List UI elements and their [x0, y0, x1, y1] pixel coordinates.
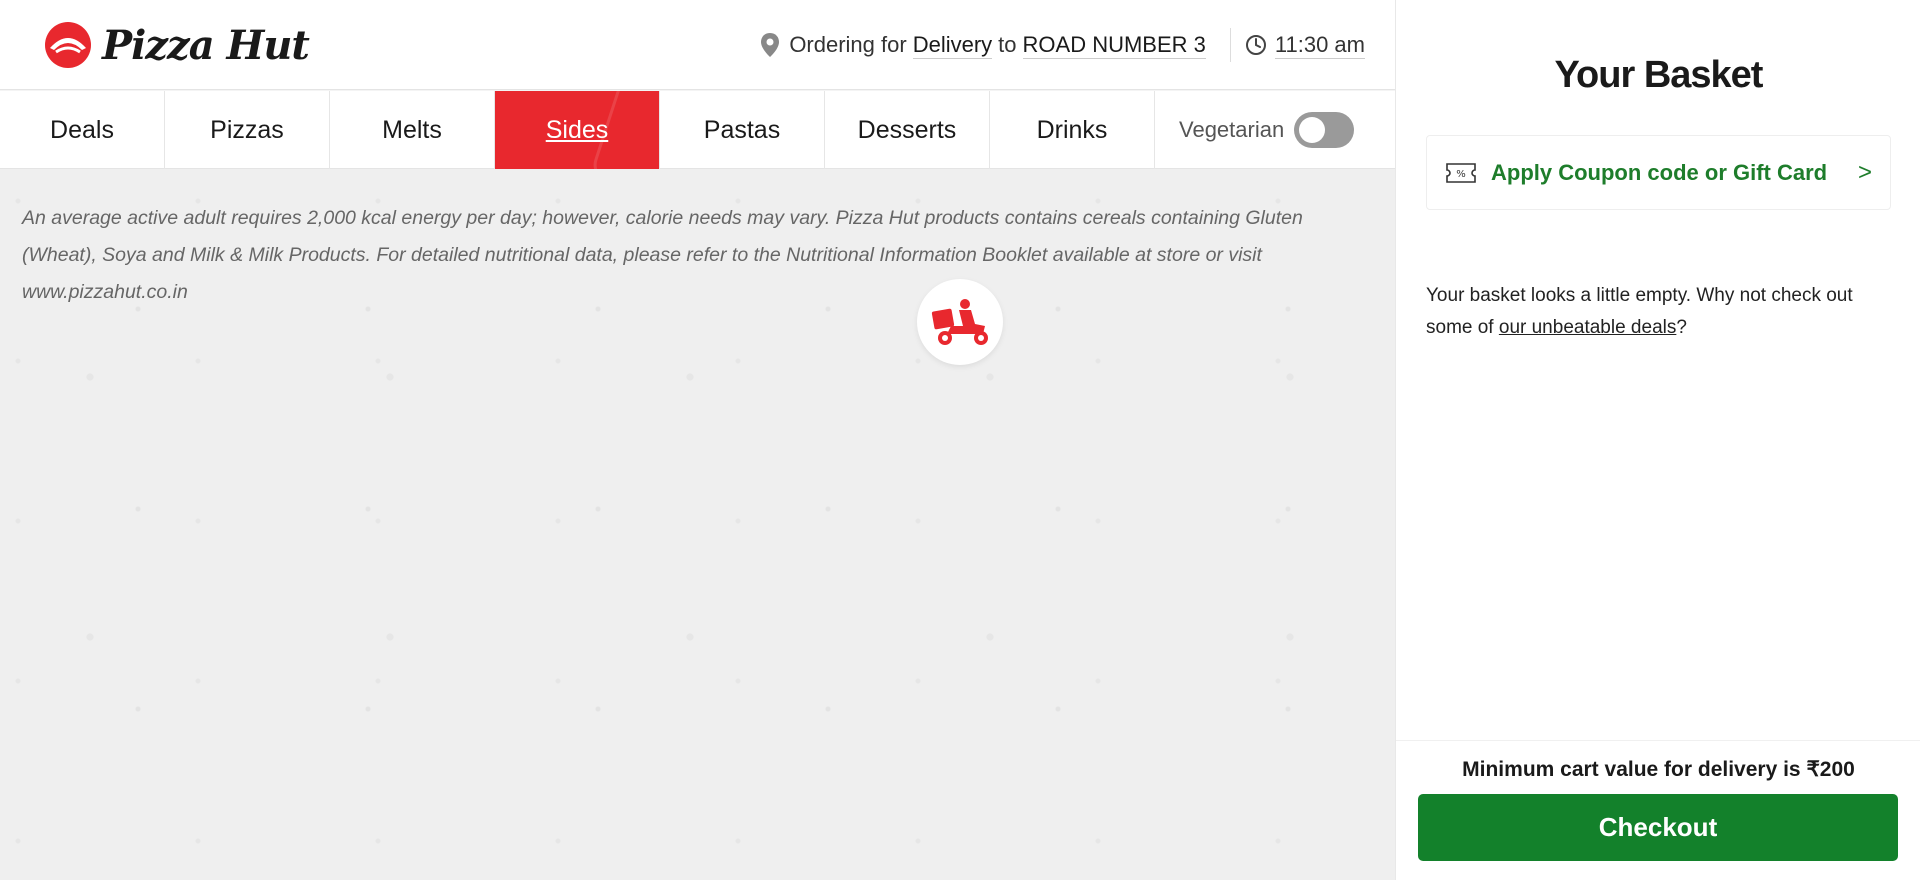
location-pin-icon: [761, 33, 780, 57]
basket-title: Your Basket: [1554, 54, 1764, 96]
site-header: Pizza Hut Ordering for Delivery to ROAD …: [0, 0, 1395, 90]
nutrition-disclaimer: An average active adult requires 2,000 k…: [22, 207, 1303, 303]
chevron-right-icon: >: [1857, 158, 1872, 186]
minimum-cart-note: Minimum cart value for delivery is ₹200: [1462, 758, 1855, 781]
clock-icon: [1245, 35, 1266, 55]
pizza-hut-logo-icon: [45, 22, 91, 68]
basket-panel: Your Basket % Apply Coupon code or Gift …: [1395, 0, 1920, 880]
logo-wordmark: Pizza Hut: [102, 21, 310, 69]
main-content: Pizza Hut Ordering for Delivery to ROAD …: [0, 0, 1395, 880]
ordering-prefix: Ordering for: [789, 32, 907, 57]
coupon-ticket-icon: %: [1446, 162, 1476, 183]
nav-item-desserts[interactable]: Desserts: [825, 91, 990, 169]
order-mode[interactable]: Delivery: [912, 32, 993, 59]
header-divider: [1229, 28, 1231, 62]
nav-item-pizzas[interactable]: Pizzas: [165, 91, 330, 169]
to-text: to: [998, 32, 1017, 57]
delivery-scooter-icon: [931, 299, 988, 345]
nav-item-drinks[interactable]: Drinks: [990, 91, 1155, 169]
order-info[interactable]: Ordering for Delivery to ROAD NUMBER 3 1…: [759, 28, 1365, 62]
delivery-badge: [917, 279, 1003, 365]
vegetarian-filter: Vegetarian: [1155, 91, 1355, 168]
nav-item-deals[interactable]: Deals: [0, 91, 165, 169]
toggle-knob: [1299, 116, 1326, 143]
delivery-location[interactable]: ROAD NUMBER 3: [1022, 32, 1206, 59]
nav-item-pastas[interactable]: Pastas: [660, 91, 825, 169]
vegetarian-toggle[interactable]: [1294, 111, 1355, 148]
checkout-button[interactable]: Checkout: [1418, 794, 1898, 861]
order-time[interactable]: 11:30 am: [1274, 32, 1365, 59]
basket-footer: Minimum cart value for delivery is ₹200 …: [1396, 740, 1920, 880]
empty-basket-message: Your basket looks a little empty. Why no…: [1426, 280, 1886, 344]
coupon-label: Apply Coupon code or Gift Card: [1491, 159, 1828, 185]
vegetarian-label: Vegetarian: [1179, 116, 1285, 142]
category-nav: Deals Pizzas Melts Sides Pastas Desserts…: [0, 91, 1395, 169]
pizza-hut-logo[interactable]: Pizza Hut: [42, 20, 310, 70]
nav-item-sides[interactable]: Sides: [495, 91, 660, 169]
nav-item-melts[interactable]: Melts: [330, 91, 495, 169]
apply-coupon-button[interactable]: % Apply Coupon code or Gift Card >: [1426, 135, 1891, 210]
empty-suffix: ?: [1676, 317, 1687, 338]
svg-text:%: %: [1456, 169, 1466, 180]
unbeatable-deals-link[interactable]: our unbeatable deals: [1499, 317, 1676, 338]
